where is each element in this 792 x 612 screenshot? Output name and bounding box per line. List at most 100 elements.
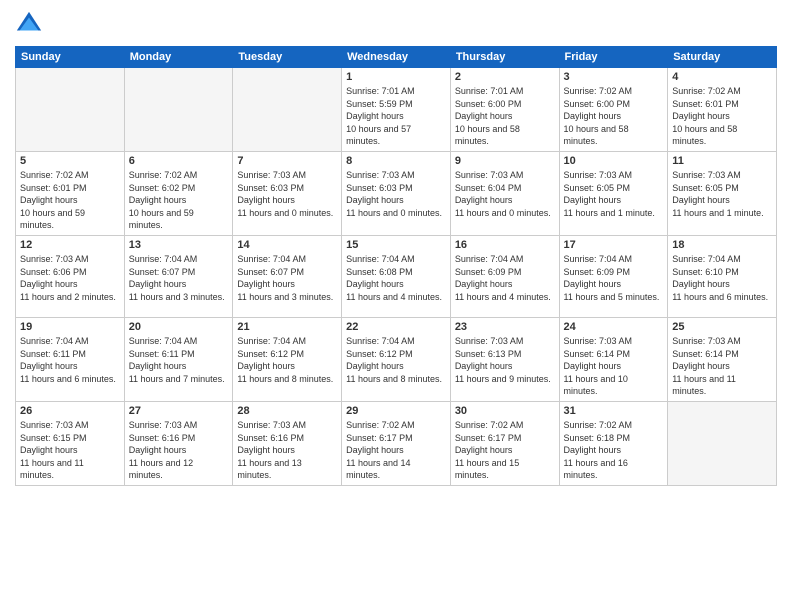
calendar-header-friday: Friday bbox=[559, 47, 668, 68]
day-number: 2 bbox=[455, 71, 555, 83]
calendar-week-row: 26 Sunrise: 7:03 AMSunset: 6:15 PMDayligh… bbox=[16, 401, 777, 485]
day-info: Sunrise: 7:03 AMSunset: 6:16 PMDaylight … bbox=[237, 419, 337, 482]
day-number: 24 bbox=[564, 321, 664, 333]
day-info: Sunrise: 7:02 AMSunset: 6:17 PMDaylight … bbox=[346, 419, 446, 482]
day-number: 5 bbox=[20, 155, 120, 167]
calendar-cell: 22 Sunrise: 7:04 AMSunset: 6:12 PMDayligh… bbox=[342, 317, 451, 401]
calendar-cell: 10 Sunrise: 7:03 AMSunset: 6:05 PMDayligh… bbox=[559, 151, 668, 235]
day-info: Sunrise: 7:03 AMSunset: 6:03 PMDaylight … bbox=[346, 169, 446, 219]
day-number: 1 bbox=[346, 71, 446, 83]
day-info: Sunrise: 7:04 AMSunset: 6:09 PMDaylight … bbox=[455, 253, 555, 303]
calendar-header-wednesday: Wednesday bbox=[342, 47, 451, 68]
day-info: Sunrise: 7:04 AMSunset: 6:08 PMDaylight … bbox=[346, 253, 446, 303]
day-info: Sunrise: 7:03 AMSunset: 6:06 PMDaylight … bbox=[20, 253, 120, 303]
day-number: 15 bbox=[346, 239, 446, 251]
calendar-cell: 5 Sunrise: 7:02 AMSunset: 6:01 PMDaylight… bbox=[16, 151, 125, 235]
day-info: Sunrise: 7:04 AMSunset: 6:10 PMDaylight … bbox=[672, 253, 772, 303]
day-number: 16 bbox=[455, 239, 555, 251]
calendar-cell: 8 Sunrise: 7:03 AMSunset: 6:03 PMDaylight… bbox=[342, 151, 451, 235]
calendar-cell: 31Sunrise: 7:02 AMSunset: 6:18 PMDayligh… bbox=[559, 401, 668, 485]
day-info: Sunrise: 7:04 AMSunset: 6:09 PMDaylight … bbox=[564, 253, 664, 303]
day-number: 14 bbox=[237, 239, 337, 251]
day-number: 26 bbox=[20, 405, 120, 417]
calendar-cell: 30 Sunrise: 7:02 AMSunset: 6:17 PMDayligh… bbox=[450, 401, 559, 485]
day-number: 21 bbox=[237, 321, 337, 333]
day-number: 30 bbox=[455, 405, 555, 417]
day-info: Sunrise: 7:04 AMSunset: 6:11 PMDaylight … bbox=[129, 335, 229, 385]
day-info: Sunrise: 7:04 AMSunset: 6:11 PMDaylight … bbox=[20, 335, 120, 385]
day-number: 25 bbox=[672, 321, 772, 333]
calendar-cell: 16 Sunrise: 7:04 AMSunset: 6:09 PMDayligh… bbox=[450, 235, 559, 317]
header bbox=[15, 10, 777, 38]
day-number: 11 bbox=[672, 155, 772, 167]
calendar-cell: 9Sunrise: 7:03 AMSunset: 6:04 PMDaylight… bbox=[450, 151, 559, 235]
calendar-cell: 25 Sunrise: 7:03 AMSunset: 6:14 PMDayligh… bbox=[668, 317, 777, 401]
day-number: 31 bbox=[564, 405, 664, 417]
day-number: 27 bbox=[129, 405, 229, 417]
calendar-cell: 24 Sunrise: 7:03 AMSunset: 6:14 PMDayligh… bbox=[559, 317, 668, 401]
day-info: Sunrise: 7:03 AMSunset: 6:14 PMDaylight … bbox=[672, 335, 772, 398]
calendar-week-row: 19Sunrise: 7:04 AMSunset: 6:11 PMDayligh… bbox=[16, 317, 777, 401]
calendar-week-row: 5 Sunrise: 7:02 AMSunset: 6:01 PMDaylight… bbox=[16, 151, 777, 235]
calendar-cell: 20 Sunrise: 7:04 AMSunset: 6:11 PMDayligh… bbox=[124, 317, 233, 401]
page: SundayMondayTuesdayWednesdayThursdayFrid… bbox=[0, 0, 792, 612]
day-info: Sunrise: 7:03 AMSunset: 6:16 PMDaylight … bbox=[129, 419, 229, 482]
logo bbox=[15, 10, 47, 38]
calendar-cell: 15 Sunrise: 7:04 AMSunset: 6:08 PMDayligh… bbox=[342, 235, 451, 317]
calendar-header-sunday: Sunday bbox=[16, 47, 125, 68]
day-info: Sunrise: 7:03 AMSunset: 6:13 PMDaylight … bbox=[455, 335, 555, 385]
calendar-cell bbox=[16, 68, 125, 152]
calendar-week-row: 1 Sunrise: 7:01 AMSunset: 5:59 PMDaylight… bbox=[16, 68, 777, 152]
calendar-cell: 7Sunrise: 7:03 AMSunset: 6:03 PMDaylight… bbox=[233, 151, 342, 235]
day-number: 13 bbox=[129, 239, 229, 251]
calendar-cell: 17 Sunrise: 7:04 AMSunset: 6:09 PMDayligh… bbox=[559, 235, 668, 317]
day-info: Sunrise: 7:04 AMSunset: 6:12 PMDaylight … bbox=[237, 335, 337, 385]
day-number: 12 bbox=[20, 239, 120, 251]
calendar: SundayMondayTuesdayWednesdayThursdayFrid… bbox=[15, 46, 777, 486]
calendar-cell: 27 Sunrise: 7:03 AMSunset: 6:16 PMDayligh… bbox=[124, 401, 233, 485]
calendar-cell: 18 Sunrise: 7:04 AMSunset: 6:10 PMDayligh… bbox=[668, 235, 777, 317]
calendar-cell: 4 Sunrise: 7:02 AMSunset: 6:01 PMDaylight… bbox=[668, 68, 777, 152]
day-number: 17 bbox=[564, 239, 664, 251]
day-number: 4 bbox=[672, 71, 772, 83]
day-number: 8 bbox=[346, 155, 446, 167]
day-info: Sunrise: 7:03 AMSunset: 6:05 PMDaylight … bbox=[672, 169, 772, 219]
day-info: Sunrise: 7:02 AMSunset: 6:01 PMDaylight … bbox=[20, 169, 120, 232]
calendar-cell: 21 Sunrise: 7:04 AMSunset: 6:12 PMDayligh… bbox=[233, 317, 342, 401]
calendar-cell: 13 Sunrise: 7:04 AMSunset: 6:07 PMDayligh… bbox=[124, 235, 233, 317]
calendar-cell: 12 Sunrise: 7:03 AMSunset: 6:06 PMDayligh… bbox=[16, 235, 125, 317]
day-number: 20 bbox=[129, 321, 229, 333]
calendar-header-row: SundayMondayTuesdayWednesdayThursdayFrid… bbox=[16, 47, 777, 68]
day-info: Sunrise: 7:01 AMSunset: 5:59 PMDaylight … bbox=[346, 85, 446, 148]
day-info: Sunrise: 7:03 AMSunset: 6:14 PMDaylight … bbox=[564, 335, 664, 398]
day-number: 22 bbox=[346, 321, 446, 333]
day-info: Sunrise: 7:02 AMSunset: 6:01 PMDaylight … bbox=[672, 85, 772, 148]
day-info: Sunrise: 7:03 AMSunset: 6:15 PMDaylight … bbox=[20, 419, 120, 482]
day-info: Sunrise: 7:02 AMSunset: 6:17 PMDaylight … bbox=[455, 419, 555, 482]
calendar-header-saturday: Saturday bbox=[668, 47, 777, 68]
day-info: Sunrise: 7:04 AMSunset: 6:07 PMDaylight … bbox=[237, 253, 337, 303]
day-number: 3 bbox=[564, 71, 664, 83]
calendar-cell: 14 Sunrise: 7:04 AMSunset: 6:07 PMDayligh… bbox=[233, 235, 342, 317]
calendar-cell: 29Sunrise: 7:02 AMSunset: 6:17 PMDayligh… bbox=[342, 401, 451, 485]
day-number: 9 bbox=[455, 155, 555, 167]
calendar-week-row: 12 Sunrise: 7:03 AMSunset: 6:06 PMDayligh… bbox=[16, 235, 777, 317]
day-info: Sunrise: 7:04 AMSunset: 6:07 PMDaylight … bbox=[129, 253, 229, 303]
calendar-cell: 11 Sunrise: 7:03 AMSunset: 6:05 PMDayligh… bbox=[668, 151, 777, 235]
day-number: 10 bbox=[564, 155, 664, 167]
calendar-cell: 1 Sunrise: 7:01 AMSunset: 5:59 PMDaylight… bbox=[342, 68, 451, 152]
calendar-cell bbox=[668, 401, 777, 485]
calendar-cell: 3 Sunrise: 7:02 AMSunset: 6:00 PMDaylight… bbox=[559, 68, 668, 152]
day-number: 23 bbox=[455, 321, 555, 333]
day-info: Sunrise: 7:02 AMSunset: 6:00 PMDaylight … bbox=[564, 85, 664, 148]
day-info: Sunrise: 7:04 AMSunset: 6:12 PMDaylight … bbox=[346, 335, 446, 385]
calendar-cell: 6Sunrise: 7:02 AMSunset: 6:02 PMDaylight… bbox=[124, 151, 233, 235]
day-info: Sunrise: 7:03 AMSunset: 6:05 PMDaylight … bbox=[564, 169, 664, 219]
calendar-cell: 2 Sunrise: 7:01 AMSunset: 6:00 PMDaylight… bbox=[450, 68, 559, 152]
day-number: 28 bbox=[237, 405, 337, 417]
calendar-header-monday: Monday bbox=[124, 47, 233, 68]
day-number: 18 bbox=[672, 239, 772, 251]
day-info: Sunrise: 7:01 AMSunset: 6:00 PMDaylight … bbox=[455, 85, 555, 148]
calendar-cell bbox=[233, 68, 342, 152]
calendar-cell: 28 Sunrise: 7:03 AMSunset: 6:16 PMDayligh… bbox=[233, 401, 342, 485]
